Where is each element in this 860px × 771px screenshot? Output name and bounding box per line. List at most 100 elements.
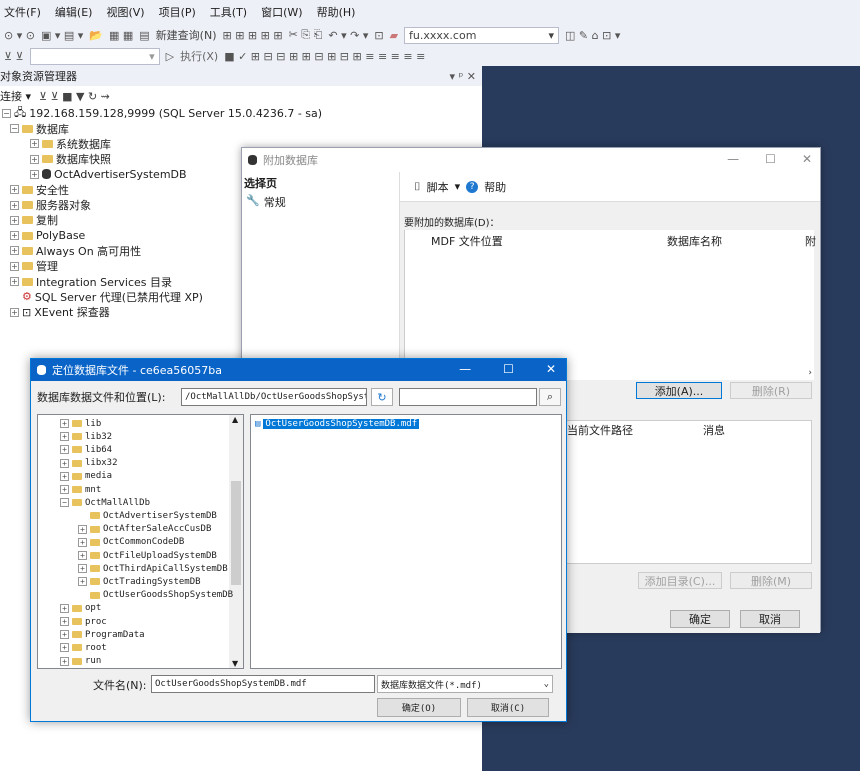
collapse-icon[interactable]: − [2,109,11,118]
file-list[interactable]: ▤ OctUserGoodsShopSystemDB.mdf [250,414,562,669]
folder-node[interactable]: + OctAfterSaleAccCusDB [78,523,211,536]
folder-node[interactable]: + OctFileUploadSystemDB [78,549,217,562]
expand-icon[interactable]: + [60,617,69,626]
folder-node[interactable]: OctUserGoodsShopSystemDB [78,589,233,602]
folder-node[interactable]: + root [60,641,107,654]
expand-icon[interactable]: + [78,551,87,560]
folder-node[interactable]: + lib64 [60,443,112,456]
attach-ok-button[interactable]: 确定 [670,610,730,628]
menu-item[interactable]: 帮助(H) [317,4,356,20]
remove-catalog-button[interactable]: 删除(M) [730,572,812,589]
expand-icon[interactable]: + [60,458,69,468]
script-button[interactable]: 脚本 [427,179,449,195]
file-item[interactable]: ▤ OctUserGoodsShopSystemDB.mdf [255,417,420,430]
query-tools-icons[interactable]: ■ ✓ ⊞ ⊟ ⊟ ⊞ ⊞ ⊟ ⊞ ⊟ ⊞ ≡ ≡ ≡ ≡ ≡ [224,50,425,63]
scroll-up-icon[interactable]: ▲ [232,415,238,424]
minimize-icon[interactable]: — [727,152,739,166]
expand-icon[interactable]: + [10,277,19,286]
folder-node[interactable]: + run [60,655,101,668]
panel-controls[interactable]: ▾ ᵖ ✕ [450,70,476,83]
expand-icon[interactable]: + [30,139,39,149]
menu-item[interactable]: 编辑(E) [55,4,93,20]
minimize-icon[interactable]: — [459,362,471,376]
tree-node[interactable]: + 管理 [10,259,58,274]
col-db-name[interactable]: 数据库名称 [667,233,722,249]
folder-node[interactable]: + OctTradingSystemDB [78,575,201,588]
expand-icon[interactable]: + [10,215,19,225]
close-icon[interactable]: ✕ [546,362,556,376]
remove-button[interactable]: 删除(R) [730,382,812,399]
col-current-path[interactable]: 当前文件路径 [567,422,633,438]
folder-node[interactable]: + ProgramData [60,628,145,641]
tree-node[interactable]: + 复制 [10,213,58,228]
expand-icon[interactable]: + [10,185,19,195]
filter-icons[interactable]: ⊻ ⊻ ■ ▼ ↻ ⇝ [39,90,110,103]
locate-ok-button[interactable]: 确定(O) [377,698,461,717]
folder-node[interactable]: OctAdvertiserSystemDB [78,509,217,522]
tree-node[interactable]: + 服务器对象 [10,198,91,213]
expand-icon[interactable]: + [30,154,39,164]
new-project-icon[interactable]: ▣ ▾ ▤ ▾ [41,29,83,42]
expand-icon[interactable]: + [60,630,69,640]
clipboard-icons[interactable]: ✂ ⎘ ⎗ [289,28,323,42]
server-combo[interactable]: fu.xxxx.com ▾ [404,26,560,44]
attach-cancel-button[interactable]: 取消 [740,610,800,628]
help-button[interactable]: 帮助 [484,179,506,195]
expand-icon[interactable]: + [60,432,69,442]
undo-redo-icons[interactable]: ↶ ▾ ↷ ▾ [328,29,368,42]
maximize-icon[interactable]: ☐ [765,152,776,166]
expand-icon[interactable]: + [60,445,69,455]
server-node[interactable]: − 🖧 192.168.159.128,9999 (SQL Server 15.… [2,106,322,121]
expand-icon[interactable]: + [30,169,39,179]
folder-node[interactable]: + opt [60,602,101,615]
expand-icon[interactable]: + [78,564,87,574]
expand-icon[interactable]: + [60,603,69,613]
new-query-icon[interactable]: ▤ [139,29,149,42]
search-icon[interactable]: ⌕ [539,388,561,406]
expand-icon[interactable]: + [60,485,69,494]
database-combo[interactable]: ▾ [29,47,160,65]
expand-icon[interactable]: + [10,261,19,271]
query-type-icons[interactable]: ⊞ ⊞ ⊞ ⊞ ⊞ [223,29,283,42]
expand-icon[interactable]: + [60,471,69,481]
execute-button[interactable]: 执行(X) [180,48,218,64]
col-message[interactable]: 消息 [703,422,725,438]
menu-item[interactable]: 视图(V) [106,4,144,20]
expand-icon[interactable]: + [10,307,19,317]
close-icon[interactable]: ✕ [802,152,812,166]
expand-icon[interactable]: + [10,200,19,210]
page-general[interactable]: 🔧 常规 [242,194,399,210]
col-attach-as[interactable]: 附 [805,233,816,249]
menu-item[interactable]: 项目(P) [159,4,196,20]
add-catalog-button[interactable]: 添加目录(C)... [638,572,722,589]
scroll-right-icon[interactable]: › [808,368,812,378]
connect-button[interactable]: 连接 ▾ [0,88,31,104]
tree-node[interactable]: + 安全性 [10,182,69,197]
details-grid[interactable]: 当前文件路径 消息 [560,420,812,564]
new-query-button[interactable]: 新建查询(N) [156,27,217,43]
scroll-thumb[interactable] [231,481,241,585]
folder-tree-scrollbar[interactable]: ▲ ▼ [229,415,243,668]
execute-icon[interactable]: ▷ [166,50,174,63]
menu-item[interactable]: 窗口(W) [261,4,302,20]
tree-node[interactable]: + PolyBase [10,228,85,243]
tree-node[interactable]: + OctAdvertiserSystemDB [30,167,187,182]
folder-node[interactable]: + OctCommonCodeDB [78,536,184,549]
connect-icon[interactable]: ⊻ ⊻ [4,50,24,63]
collapse-icon[interactable]: − [60,498,69,508]
folder-node[interactable]: + proc [60,615,107,628]
navigate-icon[interactable]: ⊡ [374,29,383,42]
tree-node[interactable]: + Always On 高可用性 [10,243,141,258]
tree-node[interactable]: + 数据库快照 [30,152,111,167]
refresh-icon[interactable]: ↻ [371,388,393,406]
filetype-select[interactable]: 数据库数据文件(*.mdf) ⌄ [377,675,553,693]
locate-cancel-button[interactable]: 取消(C) [467,698,549,717]
menu-item[interactable]: 文件(F) [4,4,41,20]
folder-tree[interactable]: ▲ ▼ + lib + lib32 + lib64 + libx32 + media + mnt − Oc… [37,414,244,669]
folder-node[interactable]: + OctThirdApiCallSystemDB [78,562,228,575]
expand-icon[interactable]: + [78,577,87,587]
folder-node[interactable]: + lib [60,417,101,430]
filename-input[interactable]: OctUserGoodsShopSystemDB.mdf [151,675,375,693]
folder-node[interactable]: + lib32 [60,430,112,443]
folder-node[interactable]: + mnt [60,483,101,496]
